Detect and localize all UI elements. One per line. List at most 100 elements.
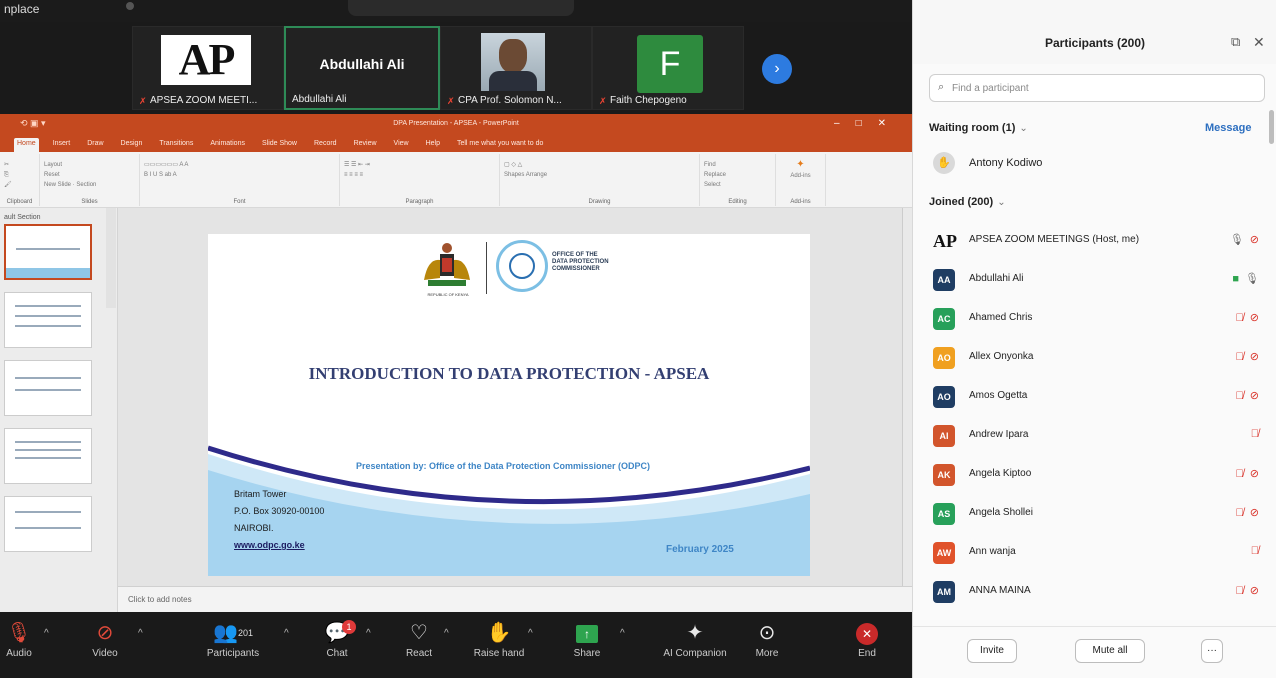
ppt-window-title: DPA Presentation - APSEA - PowerPoint (393, 120, 519, 127)
video-tile-name: APSEA ZOOM MEETI... (150, 95, 258, 106)
participant-row[interactable]: AI Andrew Ipara 🎙̸ (929, 417, 1265, 456)
video-button[interactable]: ⊘ Video (70, 620, 140, 672)
ppt-tab-record[interactable]: Record (311, 138, 340, 152)
participant-name: Ahamed Chris (969, 312, 1033, 323)
participant-name: Andrew Ipara (969, 429, 1029, 440)
message-button[interactable]: Message (1205, 122, 1251, 134)
panel-scrollbar[interactable] (1269, 110, 1274, 144)
share-screen-icon: ↑ (576, 624, 598, 643)
slide-thumbnail-4[interactable] (4, 428, 92, 484)
avatar: AW (933, 542, 955, 564)
ppt-tab-transitions[interactable]: Transitions (156, 138, 196, 152)
ppt-tab-view[interactable]: View (391, 138, 412, 152)
video-tile-solomon[interactable]: ✗ CPA Prof. Solomon N... (440, 26, 592, 110)
more-options-button[interactable]: ··· (1201, 639, 1223, 663)
ppt-tab-home[interactable]: Home (14, 138, 39, 152)
ai-companion-button[interactable]: ✦ AI Companion (650, 620, 740, 672)
share-caret-icon[interactable]: ^ (620, 628, 625, 639)
ppt-tab-insert[interactable]: Insert (50, 138, 74, 152)
mic-muted-icon: ✗ (139, 95, 147, 106)
close-icon[interactable]: ✕ (1253, 34, 1265, 51)
video-tile-abdullahi[interactable]: Abdullahi Ali Abdullahi Ali (284, 26, 440, 110)
participants-caret-icon[interactable]: ^ (284, 628, 289, 639)
popout-icon[interactable]: ⧉ (1231, 34, 1240, 50)
participant-row[interactable]: AA Abdullahi Ali ■ 🎙 (929, 261, 1265, 300)
mic-muted-icon: 🎙̸ (1235, 585, 1244, 597)
video-options-caret-icon[interactable]: ^ (138, 628, 143, 639)
ppt-tab-draw[interactable]: Draw (84, 138, 106, 152)
status-dot (126, 2, 134, 10)
panel-footer: Invite Mute all ··· (913, 626, 1276, 678)
slide-url-link[interactable]: www.odpc.go.ke (234, 537, 324, 554)
slide-thumbnail-2[interactable] (4, 292, 92, 348)
slide-presenter: Presentation by: Office of the Data Prot… (356, 461, 651, 471)
participant-row[interactable]: AW Ann wanja 🎙̸ (929, 534, 1265, 573)
ribbon-group-slides: Layout Reset New Slide · Section Slides (40, 154, 140, 206)
slide-date: February 2025 (666, 544, 734, 555)
kenya-coat-of-arms-icon (424, 243, 470, 286)
raise-hand-caret-icon[interactable]: ^ (528, 628, 533, 639)
react-caret-icon[interactable]: ^ (444, 628, 449, 639)
ribbon-group-clipboard: ✂ ⎘ 🖌 Clipboard (0, 154, 40, 206)
avatar: ✋ (933, 152, 955, 174)
invite-button[interactable]: Invite (967, 639, 1017, 663)
more-button[interactable]: ⊙ More (732, 620, 802, 672)
participant-name: Angela Shollei (969, 507, 1033, 518)
chat-button[interactable]: 💬 1 Chat (302, 620, 372, 672)
odpc-name: OFFICE OF THE DATA PROTECTION COMMISSION… (552, 252, 609, 272)
ribbon-group-drawing: ▢ ◇ △ Shapes Arrange Drawing (500, 154, 700, 206)
slide-scrollbar[interactable] (902, 208, 912, 586)
participants-button[interactable]: 👥201 Participants (198, 620, 268, 672)
sparkle-icon: ✦ (686, 622, 704, 644)
video-tile-faith[interactable]: F ✗ Faith Chepogeno (592, 26, 744, 110)
slide-address: Britam Tower P.O. Box 30920-00100 NAIROB… (234, 486, 324, 554)
shared-screen-powerpoint: ⟲ ▣ ▾ DPA Presentation - APSEA - PowerPo… (0, 114, 912, 612)
section-label: ault Section (4, 214, 41, 221)
thumbnail-scrollbar[interactable] (106, 208, 116, 308)
tell-me-search[interactable]: Tell me what you want to do (454, 138, 546, 152)
slide-thumbnail-5[interactable] (4, 496, 92, 552)
ppt-tab-animations[interactable]: Animations (207, 138, 248, 152)
video-tile-apsea[interactable]: AP ✗ APSEA ZOOM MEETI... (132, 26, 284, 110)
chat-caret-icon[interactable]: ^ (366, 628, 371, 639)
end-button[interactable]: ✕ End (832, 620, 902, 672)
ppt-tab-slide-show[interactable]: Slide Show (259, 138, 300, 152)
notes-pane[interactable]: Click to add notes (118, 586, 912, 612)
waiting-room-header[interactable]: Waiting room (1) ⌄ (929, 122, 1028, 134)
slide-thumbnail-1[interactable] (4, 224, 92, 280)
meeting-area: nplace AP ✗ APSEA ZOOM MEETI... Abdullahi… (0, 0, 912, 678)
more-icon: ⊙ (758, 622, 776, 644)
participant-name: Abdullahi Ali (969, 273, 1024, 284)
video-tile-name: Faith Chepogeno (610, 95, 687, 106)
video-off-icon: ⊘ (96, 622, 114, 644)
next-page-icon[interactable]: › (762, 54, 792, 84)
participant-row[interactable]: AO Allex Onyonka 🎙̸ ⊘ (929, 339, 1265, 378)
joined-header[interactable]: Joined (200) ⌄ (929, 196, 1006, 208)
search-input[interactable] (952, 79, 1252, 97)
end-call-icon: ✕ (856, 622, 878, 645)
ppt-tab-help[interactable]: Help (423, 138, 443, 152)
raise-hand-button[interactable]: ✋ Raise hand (464, 620, 534, 672)
participant-row[interactable]: AC Ahamed Chris 🎙̸ ⊘ (929, 300, 1265, 339)
mic-on-icon: 🎙 (1245, 273, 1259, 285)
participant-name: APSEA ZOOM MEETINGS (Host, me) (969, 234, 1140, 245)
ppt-tab-design[interactable]: Design (118, 138, 146, 152)
participant-row[interactable]: AK Angela Kiptoo 🎙̸ ⊘ (929, 456, 1265, 495)
ppt-tab-review[interactable]: Review (351, 138, 380, 152)
mic-muted-icon: 🎙̸ (1250, 428, 1259, 440)
participant-row[interactable]: AP APSEA ZOOM MEETINGS (Host, me) 🎙 ⊘ (929, 222, 1265, 261)
camera-off-icon: ⊘ (1249, 507, 1259, 519)
participant-row[interactable]: AO Amos Ogetta 🎙̸ ⊘ (929, 378, 1265, 417)
participant-count: 201 (237, 628, 253, 638)
slide-thumbnail-3[interactable] (4, 360, 92, 416)
participant-row[interactable]: AM ANNA MAINA 🎙̸ ⊘ (929, 573, 1265, 612)
participant-row[interactable]: AS Angela Shollei 🎙̸ ⊘ (929, 495, 1265, 534)
mute-all-button[interactable]: Mute all (1075, 639, 1145, 663)
share-button[interactable]: ↑ Share (552, 620, 622, 672)
waiting-participant-row[interactable]: ✋ Antony Kodiwo (929, 150, 1259, 178)
audio-options-caret-icon[interactable]: ^ (44, 628, 49, 639)
participant-search: ⌕ (929, 74, 1265, 102)
participant-name: Angela Kiptoo (969, 468, 1032, 479)
meeting-info-pill[interactable] (348, 0, 574, 16)
chat-icon: 💬 (324, 622, 350, 644)
